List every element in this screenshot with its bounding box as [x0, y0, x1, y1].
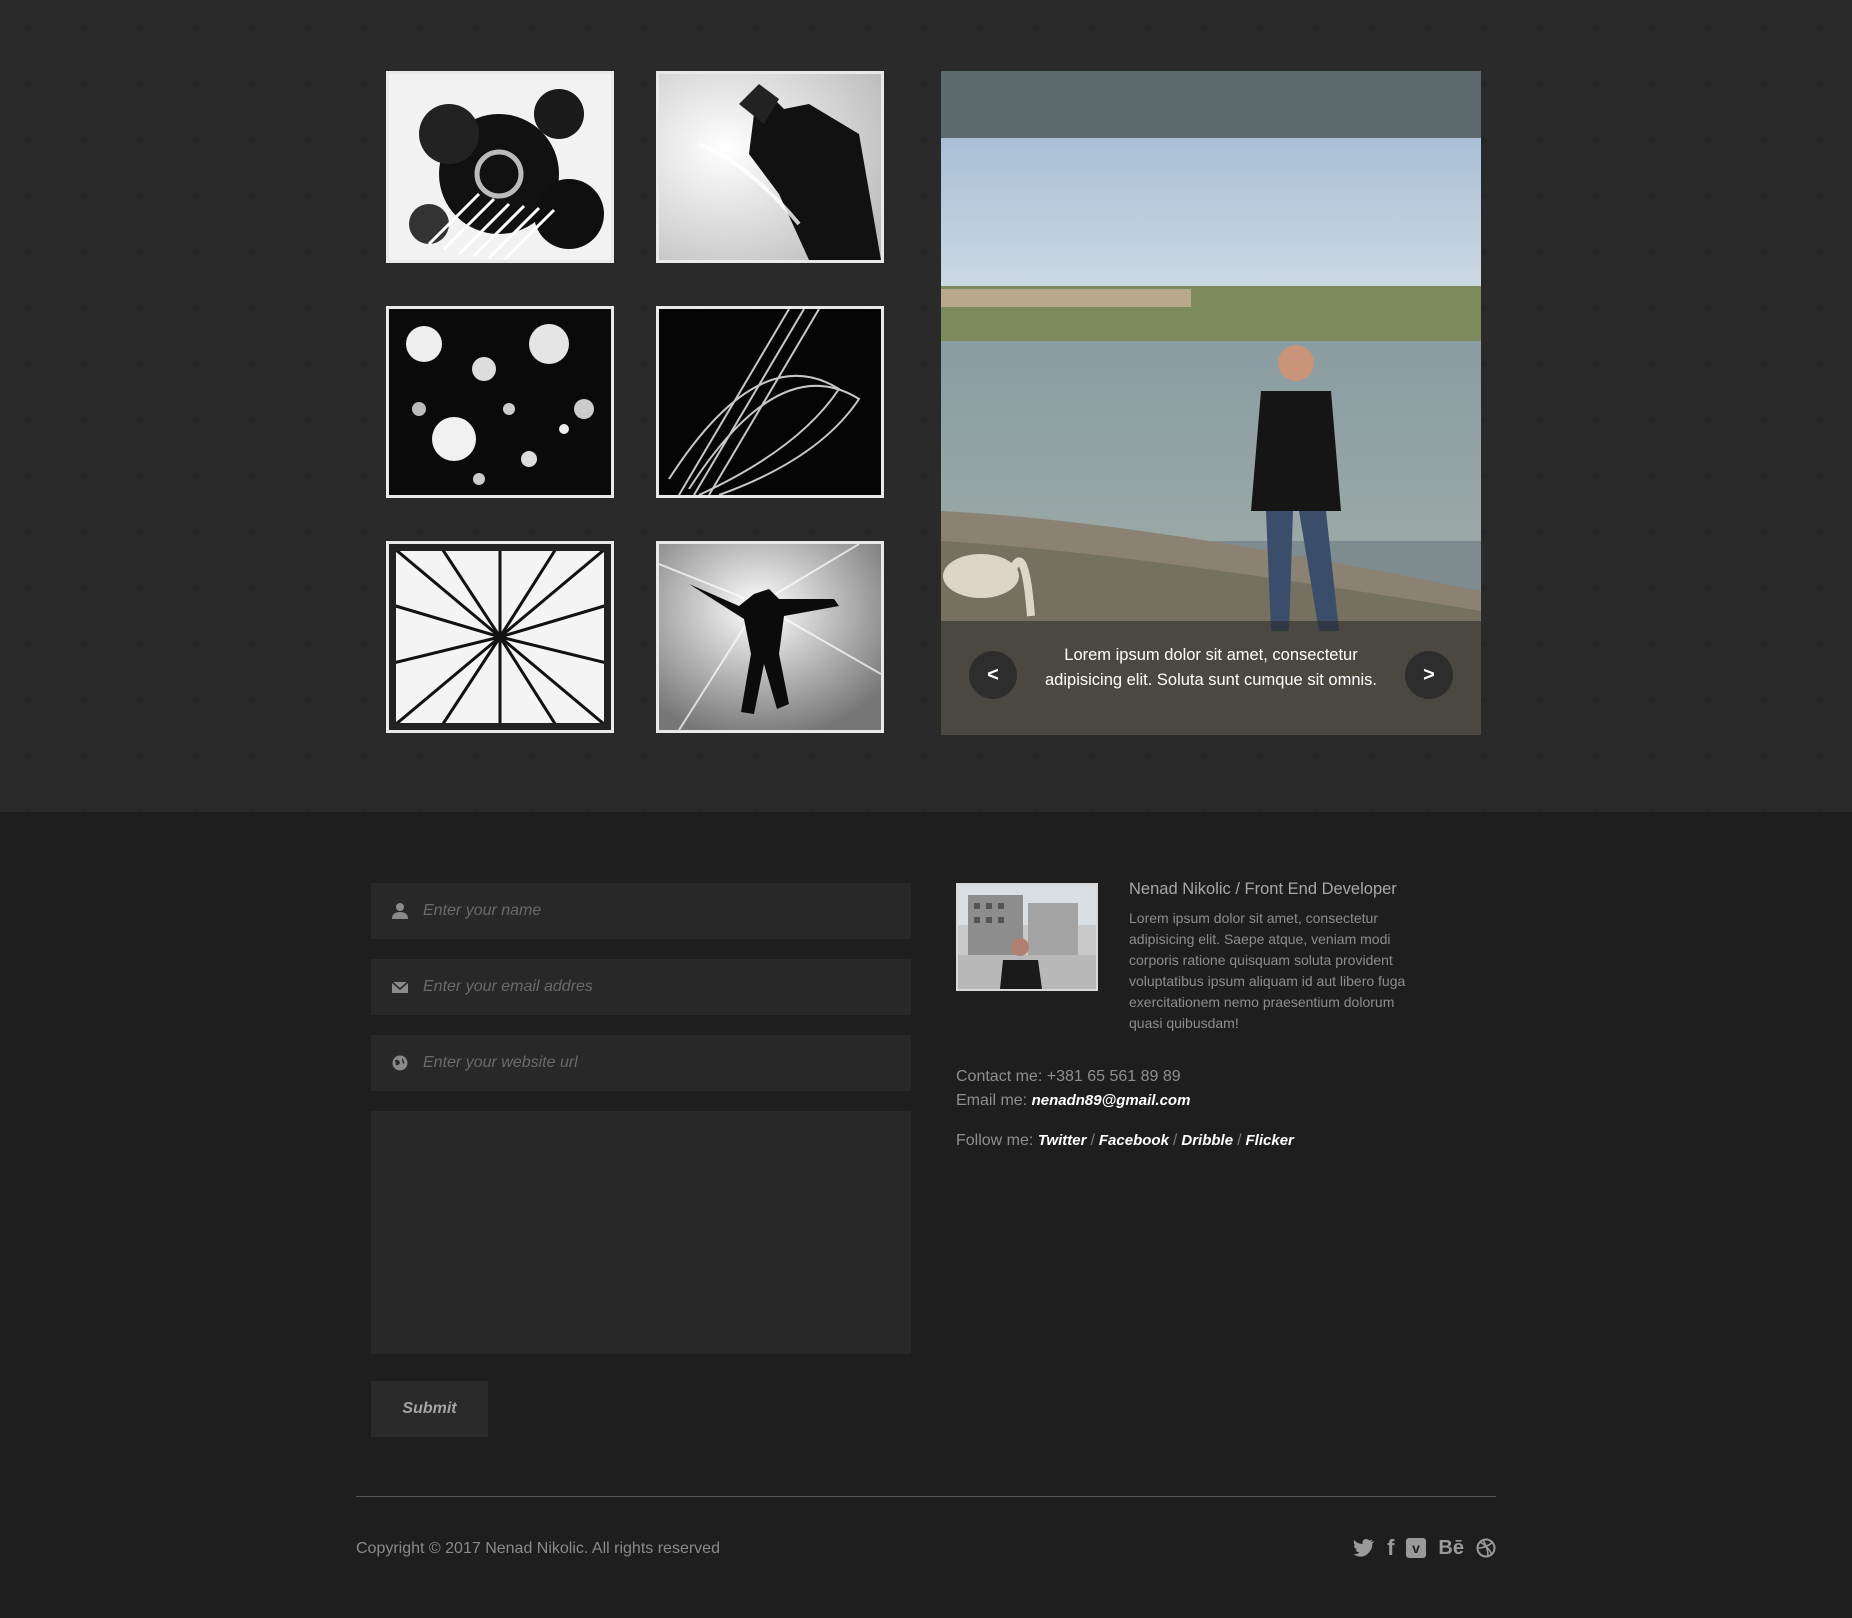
- gallery-section: [0, 0, 1852, 812]
- email-label: Email me:: [956, 1092, 1028, 1109]
- contact-email-line: Email me: nenadn89@gmail.com: [956, 1092, 1190, 1110]
- contact-section: [0, 812, 1852, 1618]
- gallery-thumb-splatter[interactable]: [386, 71, 614, 263]
- facebook-icon[interactable]: f: [1387, 1535, 1394, 1560]
- dribbble-icon[interactable]: [1476, 1536, 1496, 1560]
- footer-divider: [356, 1496, 1496, 1497]
- submit-button[interactable]: Submit: [371, 1381, 488, 1437]
- slider-prev-button[interactable]: <: [969, 651, 1017, 699]
- envelope-icon: [391, 978, 409, 996]
- email-input[interactable]: [421, 977, 885, 997]
- twitter-icon[interactable]: [1353, 1536, 1375, 1560]
- copyright-text: Copyright © 2017 Nenad Nikolic. All righ…: [356, 1540, 720, 1557]
- follow-line: Follow me: Twitter / Facebook / Dribble / Flic…: [956, 1132, 1294, 1149]
- phone-label: Contact me:: [956, 1068, 1043, 1085]
- phone-number: +381 65 561 89 89: [1046, 1068, 1181, 1085]
- slider-next-button[interactable]: >: [1405, 651, 1453, 699]
- slider-caption-bar: Lorem ipsum dolor sit amet, consectetur …: [941, 621, 1481, 735]
- gallery-thumb-man[interactable]: [656, 71, 884, 263]
- facebook-link[interactable]: Facebook: [1099, 1132, 1169, 1149]
- name-field[interactable]: [371, 883, 911, 939]
- flicker-link[interactable]: Flicker: [1246, 1132, 1294, 1149]
- photo-slider[interactable]: Lorem ipsum dolor sit amet, consectetur …: [941, 71, 1481, 735]
- behance-icon[interactable]: Bē: [1438, 1536, 1464, 1560]
- gallery-thumb-light-trails[interactable]: [656, 306, 884, 498]
- gallery-thumb-rays[interactable]: [386, 541, 614, 733]
- globe-icon: [391, 1054, 409, 1072]
- profile-name: Nenad Nikolic / Front End Developer: [1129, 880, 1397, 898]
- user-icon: [391, 902, 409, 920]
- name-input[interactable]: [421, 901, 885, 921]
- follow-label: Follow me:: [956, 1132, 1034, 1149]
- twitter-link[interactable]: Twitter: [1038, 1132, 1087, 1149]
- contact-phone-line: Contact me: +381 65 561 89 89: [956, 1068, 1181, 1086]
- message-textarea[interactable]: [371, 1111, 911, 1354]
- website-input[interactable]: [421, 1053, 885, 1073]
- profile-photo: [956, 883, 1098, 991]
- social-icons: f v Bē: [1353, 1535, 1496, 1560]
- email-link[interactable]: nenadn89@gmail.com: [1032, 1092, 1191, 1109]
- dribble-link[interactable]: Dribble: [1181, 1132, 1233, 1149]
- vimeo-glyph: v: [1413, 1540, 1421, 1556]
- profile-bio: Lorem ipsum dolor sit amet, consectetur …: [1129, 910, 1406, 1031]
- gallery-thumb-jump[interactable]: [656, 541, 884, 733]
- email-field[interactable]: [371, 959, 911, 1015]
- vimeo-icon[interactable]: v: [1406, 1536, 1427, 1560]
- slider-caption: Lorem ipsum dolor sit amet, consectetur …: [1045, 646, 1377, 689]
- website-field[interactable]: [371, 1035, 911, 1091]
- gallery-thumb-bubbles[interactable]: [386, 306, 614, 498]
